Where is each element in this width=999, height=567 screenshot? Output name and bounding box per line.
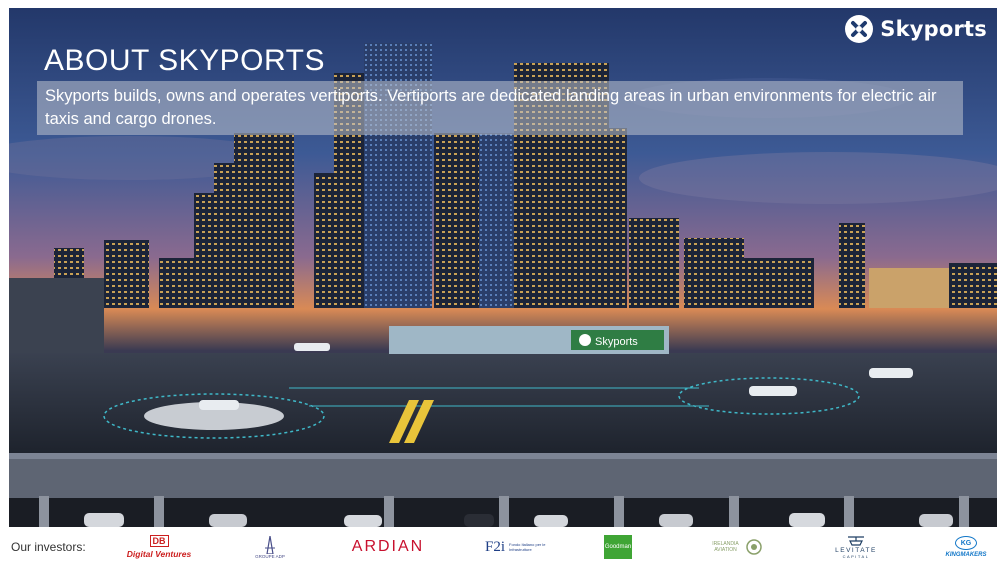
db-logo-text: Digital Ventures	[126, 549, 192, 559]
investor-logo-f2i: F2i Fondo Italiano per le Infrastrutture	[482, 531, 552, 563]
kingmakers-logo-mark: KG	[955, 536, 977, 550]
adp-logo-text: GROUPE ADP	[255, 553, 285, 559]
investor-logo-groupe-adp: GROUPE ADP	[245, 531, 295, 563]
investor-logo-kingmakers: KG KINGMAKERS	[940, 531, 992, 563]
goodman-logo-text: Goodman	[604, 535, 632, 559]
irelandia-emblem-icon	[745, 539, 762, 555]
f2i-logo-mark: F2i	[484, 538, 505, 555]
skyports-x-icon	[845, 15, 874, 43]
investor-logo-ardian: ARDIAN	[348, 531, 428, 563]
levitate-logo-sub: CAPITAL	[842, 554, 870, 559]
investor-logo-levitate: LEVITATE CAPITAL	[828, 531, 884, 563]
irelandia-logo-text: IRELANDIA AVIATION	[712, 541, 739, 553]
db-logo-mark: DB	[149, 535, 169, 547]
brand-name: Skyports	[880, 17, 987, 41]
investors-footer: Our investors: DB Digital Ventures GROUP…	[0, 527, 999, 567]
kingmakers-logo-text: KINGMAKERS	[945, 552, 987, 558]
description-banner: Skyports builds, owns and operates verti…	[37, 81, 963, 135]
f2i-logo-text: Fondo Italiano per le Infrastrutture	[509, 542, 546, 552]
ardian-logo-text: ARDIAN	[351, 538, 425, 555]
investor-logo-irelandia: IRELANDIA AVIATION	[705, 531, 765, 563]
investor-logo-db: DB Digital Ventures	[124, 531, 194, 563]
scene-sign-text: Skyports	[595, 336, 638, 348]
adp-tower-icon	[265, 535, 275, 554]
levitate-logo-text: LEVITATE	[835, 547, 877, 554]
investors-label: Our investors:	[11, 540, 86, 554]
page-title: ABOUT SKYPORTS	[44, 44, 325, 77]
levitate-drone-icon	[848, 536, 864, 546]
investor-logo-goodman: Goodman	[604, 531, 632, 563]
skyports-logo: Skyports	[844, 14, 987, 44]
